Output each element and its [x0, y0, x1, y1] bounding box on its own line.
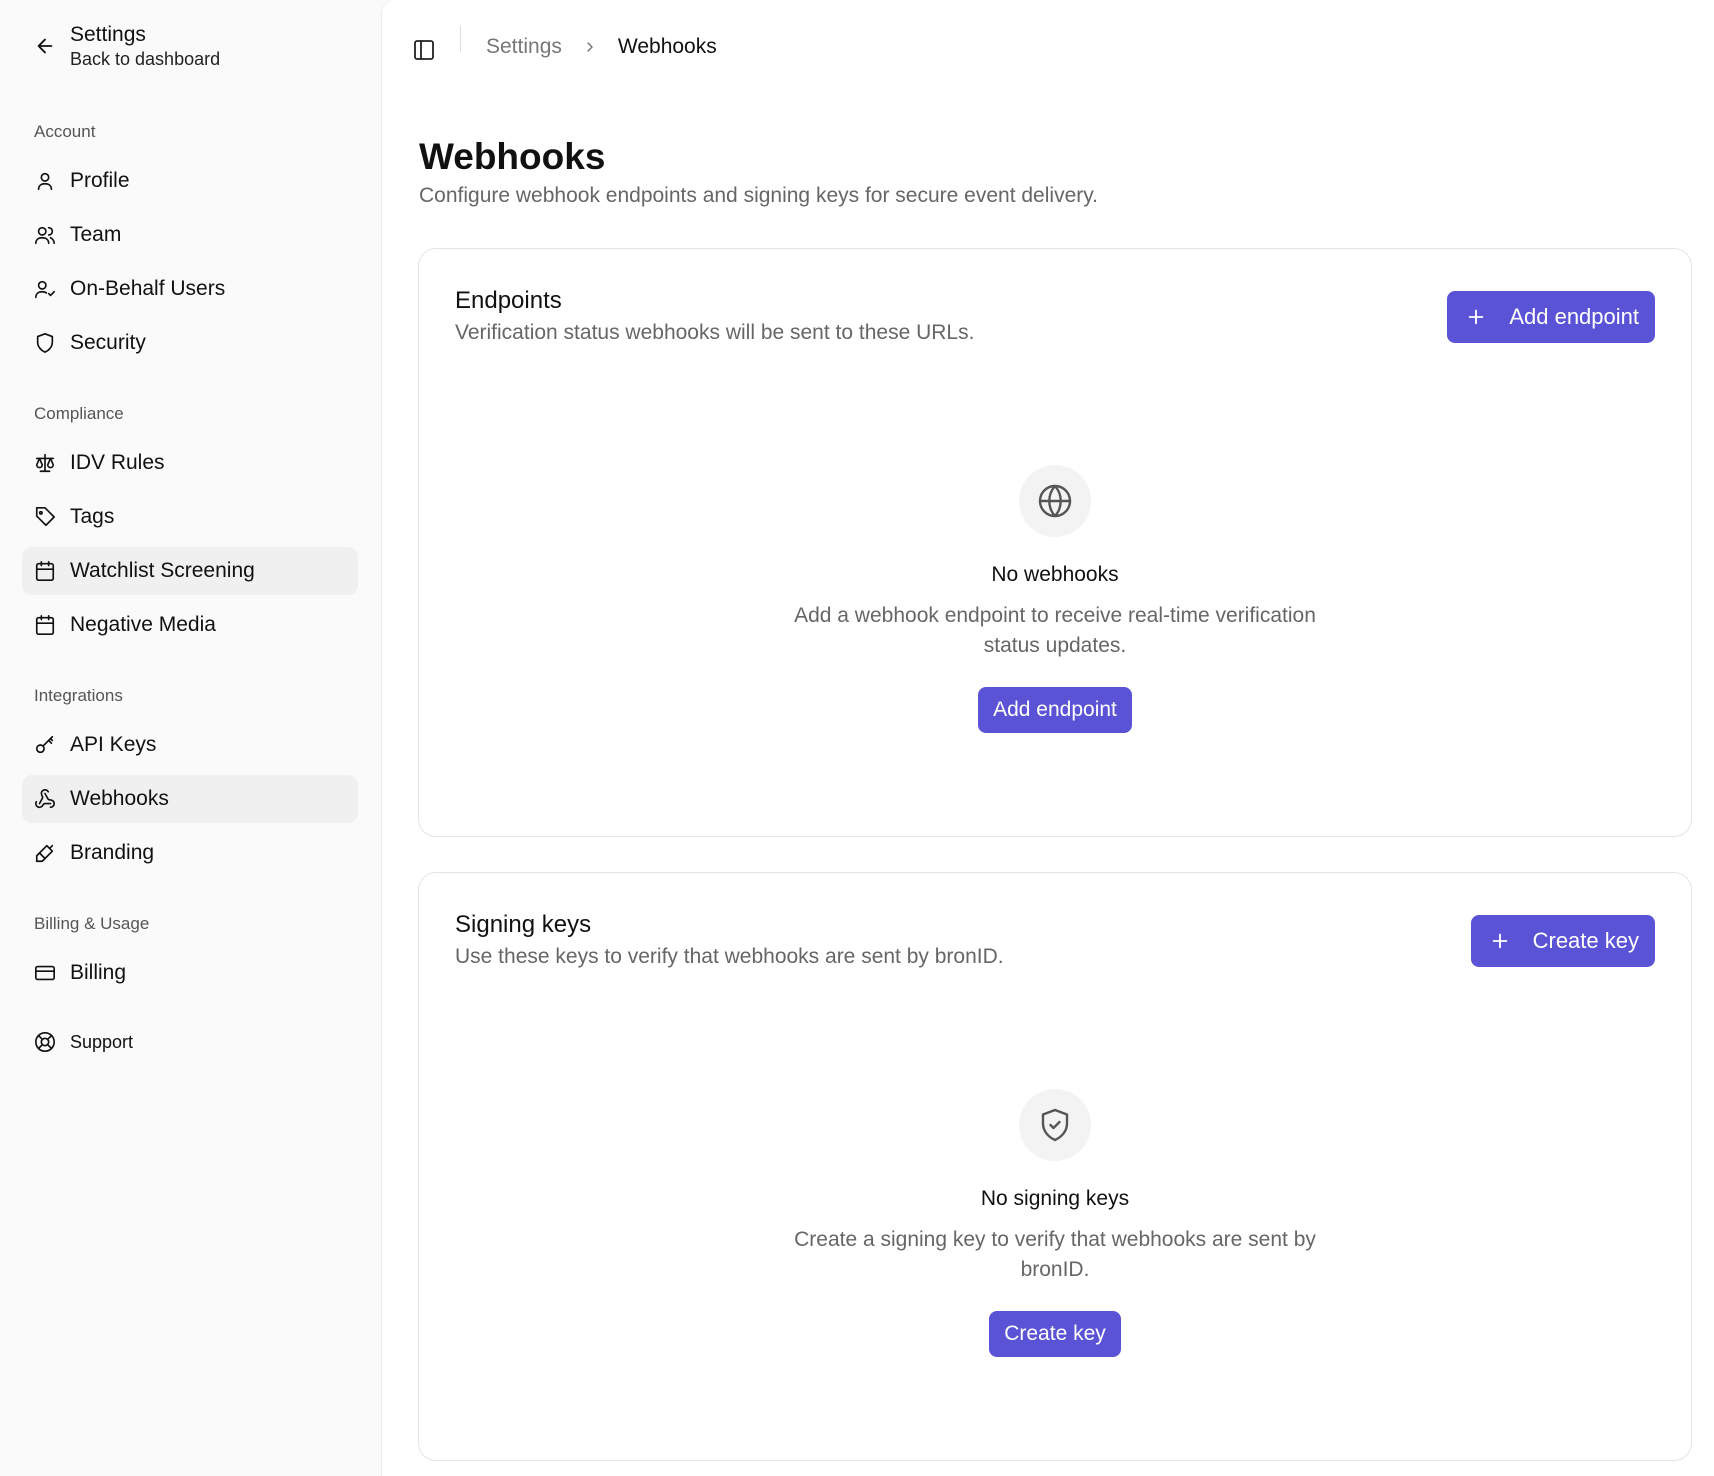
users-icon	[35, 226, 55, 245]
endpoints-subtitle: Verification status webhooks will be sen…	[455, 321, 975, 344]
sidebar-item-label: Tags	[70, 505, 115, 528]
sidebar-item-label: Security	[70, 331, 146, 354]
user-icon	[37, 172, 53, 191]
sidebar-item-label: Watchlist Screening	[70, 559, 255, 582]
main-content: Settings Webhooks Webhooks Configure web…	[381, 0, 1714, 1476]
sidebar-item-label: Support	[70, 1031, 134, 1052]
plus-icon	[1468, 309, 1484, 325]
sidebar-item-tags[interactable]: Tags	[22, 493, 358, 541]
settings-sidebar: Settings Back to dashboard Account Profi…	[0, 0, 381, 1476]
signing-keys-subtitle: Use these keys to verify that webhooks a…	[455, 945, 1004, 968]
sidebar-item-team[interactable]: Team	[22, 211, 358, 259]
empty-icon-wrap	[1019, 1089, 1091, 1161]
group-label-account: Account	[34, 122, 96, 141]
calendar-icon	[35, 615, 55, 635]
endpoints-card: Endpoints Verification status webhooks w…	[418, 248, 1692, 837]
brush-icon	[35, 844, 54, 863]
scale-icon	[35, 453, 55, 473]
calendar-icon	[35, 561, 55, 581]
sidebar-item-billing[interactable]: Billing	[22, 949, 358, 997]
sidebar-item-label: On-Behalf Users	[70, 277, 226, 300]
back-to-dashboard-link[interactable]: Settings Back to dashboard	[34, 22, 220, 70]
signing-keys-empty-title: No signing keys	[980, 1187, 1130, 1210]
empty-create-key-button[interactable]: Create key	[989, 1311, 1121, 1357]
page-title: Webhooks	[419, 136, 606, 177]
sidebar-item-label: Negative Media	[70, 613, 216, 636]
chevron-right-icon	[587, 42, 593, 52]
sidebar-item-label: Webhooks	[70, 787, 169, 810]
sidebar-item-label: API Keys	[70, 733, 157, 756]
sidebar-item-label: Profile	[70, 169, 130, 192]
group-label-integrations: Integrations	[34, 686, 123, 705]
group-label-billing-usage: Billing & Usage	[34, 914, 150, 933]
globe-icon	[1038, 484, 1072, 518]
sidebar-item-label: IDV Rules	[70, 451, 165, 474]
signing-keys-empty-description: Create a signing key to verify that webh…	[794, 1228, 1316, 1281]
empty-add-endpoint-button[interactable]: Add endpoint	[978, 687, 1132, 733]
arrow-left-icon	[37, 38, 53, 54]
sidebar-item-webhooks[interactable]: Webhooks	[22, 775, 358, 823]
sidebar-subtitle: Back to dashboard	[70, 49, 221, 69]
sidebar-item-negative-media[interactable]: Negative Media	[22, 601, 358, 649]
add-endpoint-label: Add endpoint	[1509, 304, 1639, 329]
sidebar-item-api-keys[interactable]: API Keys	[22, 721, 358, 769]
sidebar-item-watchlist-screening[interactable]: Watchlist Screening	[22, 547, 358, 595]
key-icon	[35, 735, 54, 754]
sidebar-item-label: Branding	[70, 841, 155, 864]
user-check-icon	[35, 280, 55, 299]
create-key-button[interactable]: Create key	[1470, 915, 1655, 967]
group-label-compliance: Compliance	[34, 404, 124, 423]
sidebar-item-branding[interactable]: Branding	[22, 829, 358, 877]
page-subtitle: Configure webhook endpoints and signing …	[419, 184, 1099, 207]
breadcrumb-settings-link[interactable]: Settings	[486, 35, 562, 59]
top-bar: Settings Webhooks	[382, 22, 1714, 78]
webhook-icon	[35, 789, 55, 809]
credit-card-icon	[35, 965, 55, 981]
tag-icon	[35, 507, 55, 527]
endpoints-title: Endpoints	[455, 287, 562, 314]
shield-icon	[36, 333, 54, 353]
signing-keys-title: Signing keys	[455, 911, 592, 938]
endpoints-empty-title: No webhooks	[991, 563, 1119, 586]
endpoints-empty-state: No webhooks Add a webhook endpoint to re…	[419, 465, 1691, 733]
endpoints-empty-description: Add a webhook endpoint to receive real-t…	[794, 604, 1316, 657]
empty-icon-wrap	[1019, 465, 1091, 537]
breadcrumb-current: Webhooks	[617, 35, 717, 58]
sidebar-toggle-icon[interactable]	[412, 38, 436, 62]
sidebar-item-on-behalf-users[interactable]: On-Behalf Users	[22, 265, 358, 313]
signing-keys-empty-state: No signing keys Create a signing key to …	[419, 1089, 1691, 1357]
sidebar-item-profile[interactable]: Profile	[22, 157, 358, 205]
signing-keys-card: Signing keys Use these keys to verify th…	[418, 872, 1692, 1461]
plus-icon	[1492, 933, 1507, 949]
sidebar-item-security[interactable]: Security	[22, 319, 358, 367]
topbar-divider	[460, 26, 461, 52]
add-endpoint-button[interactable]: Add endpoint	[1447, 291, 1655, 343]
life-buoy-icon	[35, 1032, 55, 1052]
sidebar-item-support[interactable]: Support	[22, 1018, 358, 1066]
sidebar-item-label: Billing	[70, 961, 127, 984]
sidebar-title: Settings	[70, 23, 146, 46]
sidebar-item-label: Team	[70, 223, 122, 246]
create-key-label: Create key	[1532, 928, 1639, 953]
sidebar-item-idv-rules[interactable]: IDV Rules	[22, 439, 358, 487]
shield-check-icon	[1041, 1108, 1069, 1142]
breadcrumb: Settings Webhooks	[486, 35, 717, 59]
